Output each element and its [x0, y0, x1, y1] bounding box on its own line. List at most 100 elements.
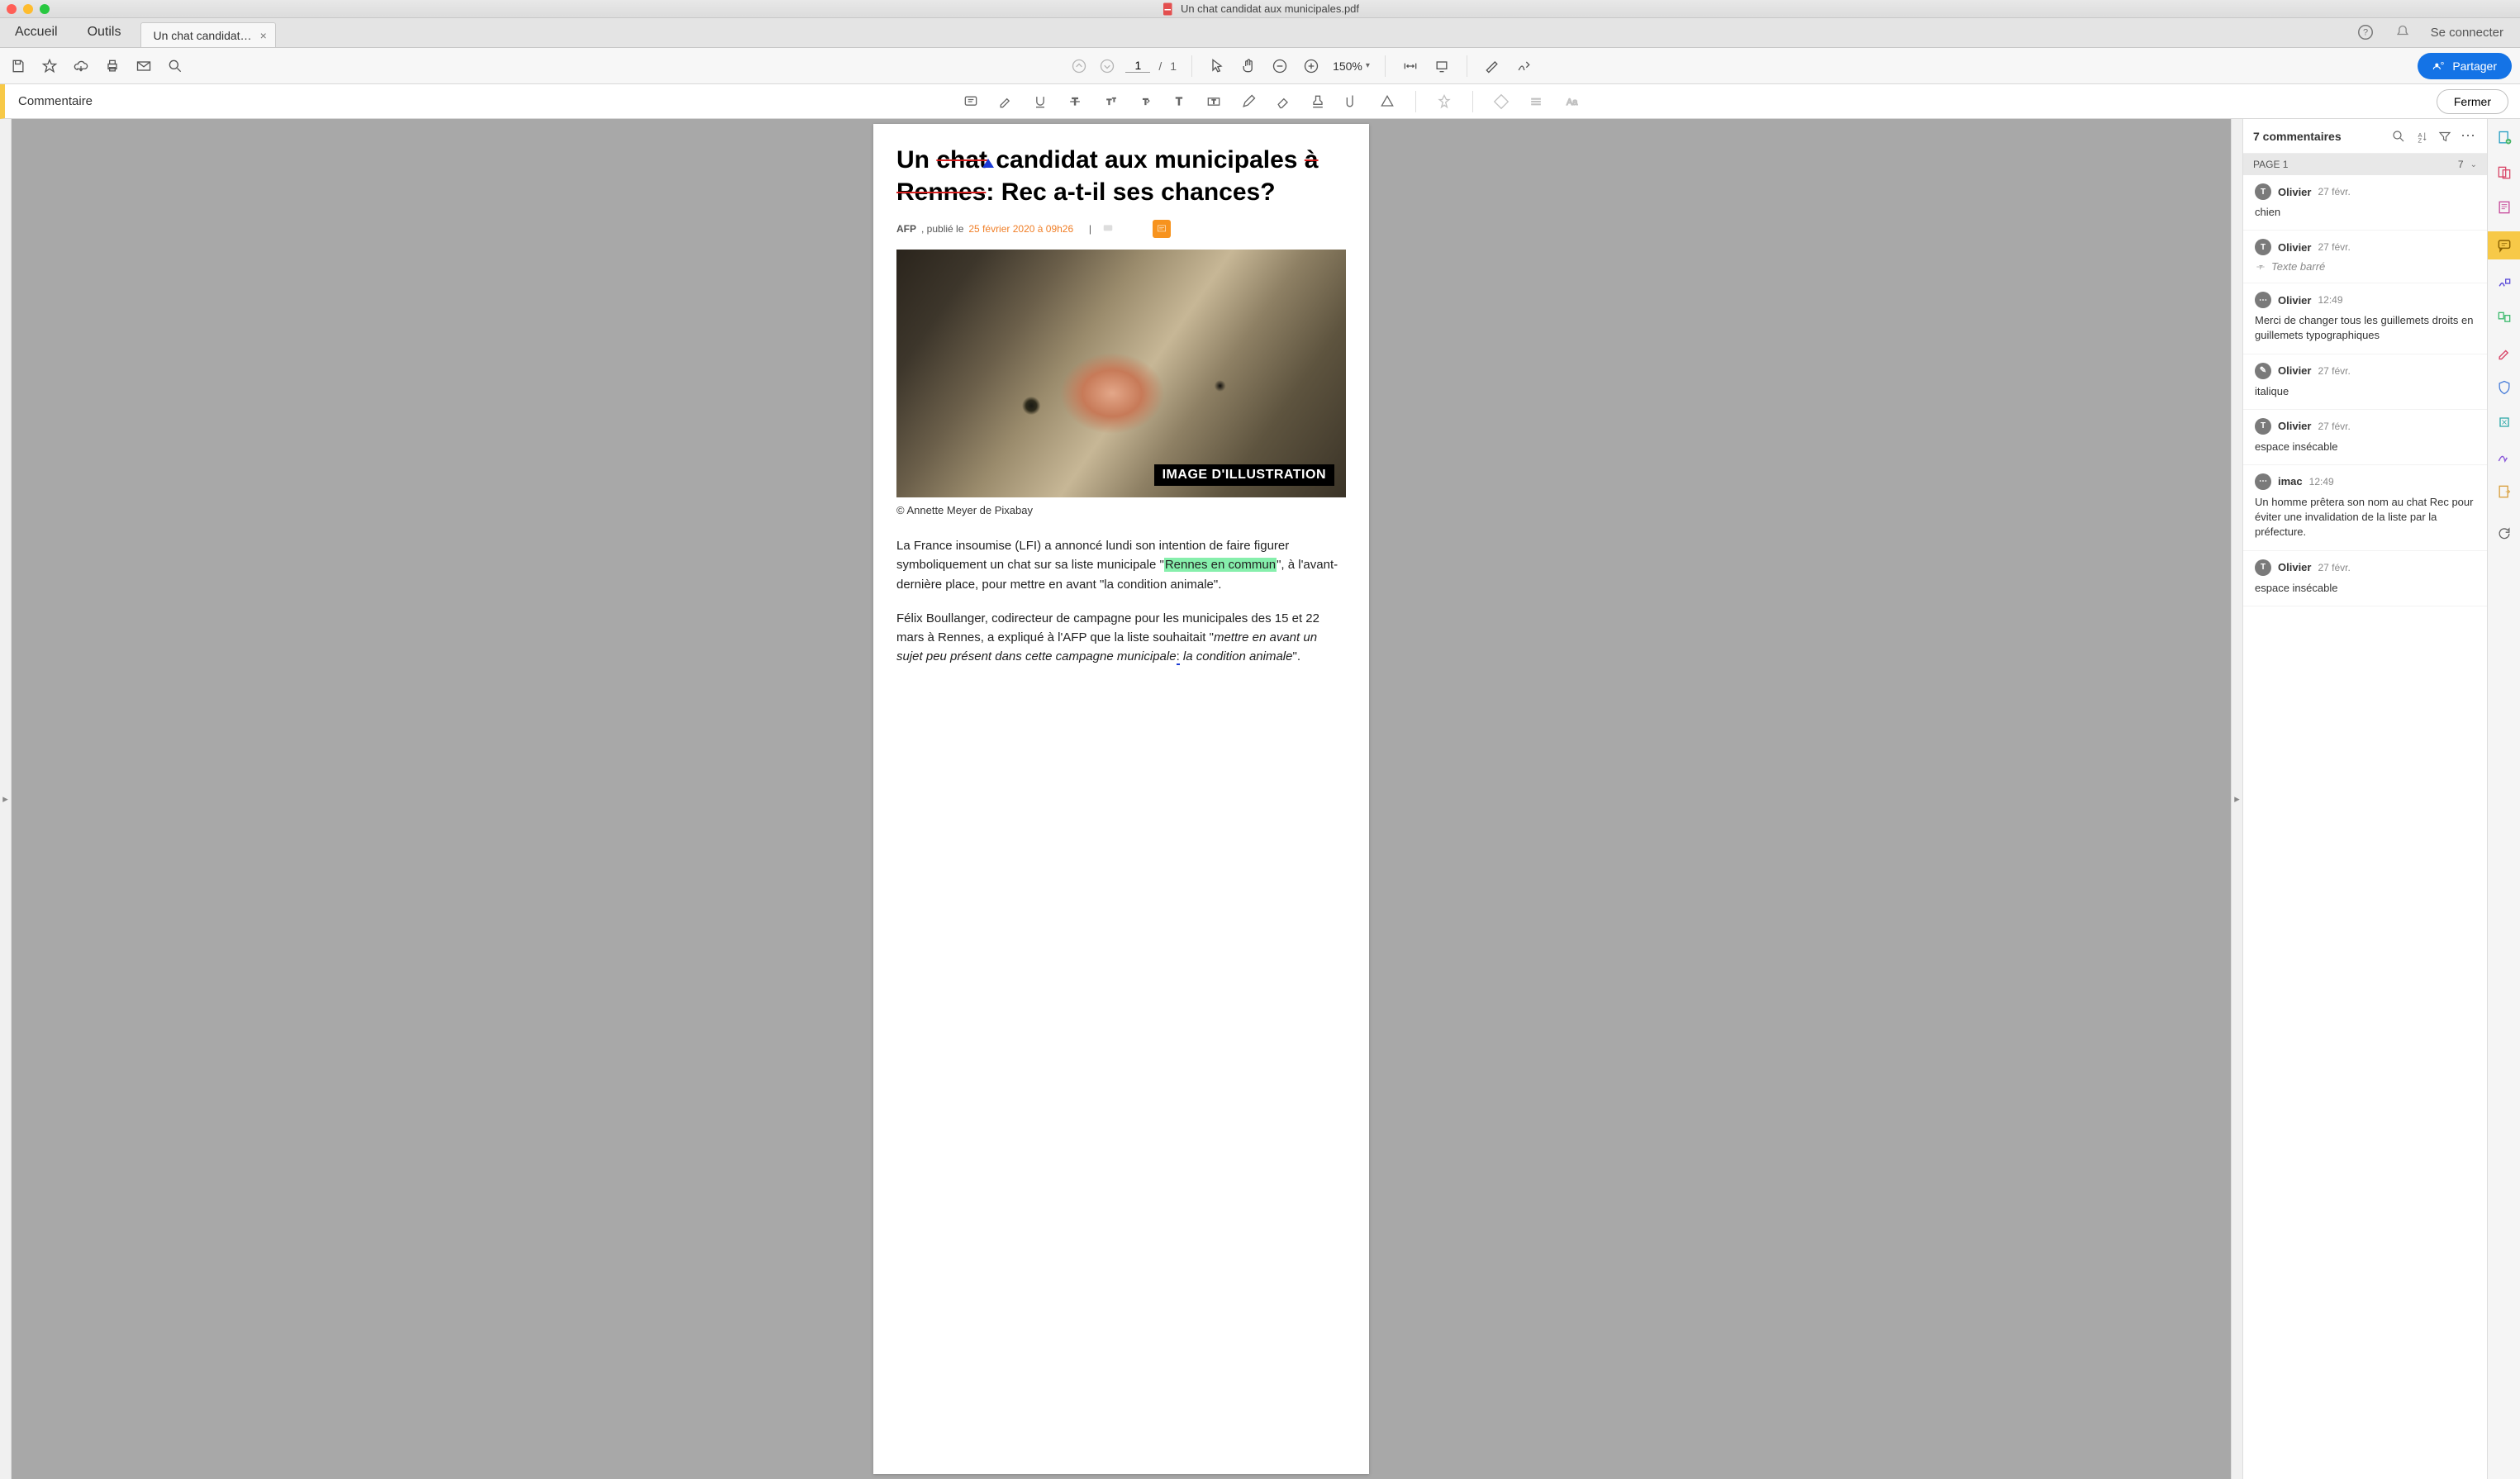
- page-up-icon[interactable]: [1069, 56, 1089, 76]
- zoom-select[interactable]: 150% ▾: [1333, 59, 1370, 73]
- rail-create-pdf-icon[interactable]: +: [2494, 127, 2515, 149]
- insert-mark[interactable]: :: [1177, 649, 1180, 665]
- meta-source: AFP: [896, 223, 916, 235]
- bell-icon[interactable]: [2394, 24, 2411, 40]
- comment-author: Olivier: [2278, 186, 2311, 198]
- comment-item[interactable]: ✎Olivier27 févr.italique: [2243, 354, 2487, 410]
- window-controls: [7, 4, 50, 14]
- comments-header: 7 commentaires: [2253, 130, 2383, 143]
- read-mode-icon[interactable]: [1432, 56, 1452, 76]
- article-meta: AFP, publié le 25 février 2020 à 09h26 |: [896, 220, 1346, 238]
- right-panel-toggle[interactable]: ▸: [2231, 119, 2242, 1479]
- sticky-note-icon[interactable]: [961, 92, 981, 112]
- rail-more-tools-icon[interactable]: [2494, 522, 2515, 544]
- page-down-icon[interactable]: [1097, 56, 1117, 76]
- avatar: T: [2255, 239, 2271, 255]
- signin-link[interactable]: Se connecter: [2431, 26, 2503, 40]
- rail-redact-icon[interactable]: [2494, 342, 2515, 364]
- search-comments-icon[interactable]: [2391, 129, 2406, 144]
- rail-sign-icon[interactable]: [2494, 446, 2515, 468]
- comment-author: Olivier: [2278, 561, 2311, 573]
- eraser-icon[interactable]: [1273, 92, 1293, 112]
- pointer-icon[interactable]: [1207, 56, 1227, 76]
- highlighter-icon[interactable]: [996, 92, 1015, 112]
- insert-text-icon[interactable]: T: [1134, 92, 1154, 112]
- close-panel-button[interactable]: Fermer: [2437, 89, 2508, 114]
- rail-comment-icon[interactable]: [2488, 231, 2520, 259]
- hand-icon[interactable]: [1239, 56, 1258, 76]
- highlight-rennes[interactable]: Rennes en commun: [1164, 558, 1277, 572]
- page-current-input[interactable]: [1125, 59, 1150, 73]
- maximize-window[interactable]: [40, 4, 50, 14]
- tab-tools[interactable]: Outils: [73, 17, 136, 47]
- sign-icon[interactable]: [1514, 56, 1533, 76]
- comments-panel: 7 commentaires AZ ⋯ PAGE 1 7 ⌄ TOlivier2…: [2242, 119, 2487, 1479]
- textbox-icon[interactable]: T: [1204, 92, 1224, 112]
- comment-item[interactable]: TOlivier27 févr.chien: [2243, 175, 2487, 231]
- comment-item[interactable]: TOlivier27 févr.espace insécable: [2243, 551, 2487, 606]
- comment-item[interactable]: ⋯Olivier12:49Merci de changer tous les g…: [2243, 283, 2487, 354]
- rail-protect-icon[interactable]: [2494, 377, 2515, 398]
- comment-count-icon: [1101, 223, 1115, 235]
- rail-combine-icon[interactable]: [2494, 162, 2515, 183]
- document-viewport: ▸ ▸ Un chat candidat aux municipales à R…: [0, 119, 2242, 1479]
- pencil-icon[interactable]: [1239, 92, 1258, 112]
- save-icon[interactable]: [8, 56, 28, 76]
- line-weight-icon[interactable]: [1526, 92, 1546, 112]
- share-label: Partager: [2452, 59, 2497, 73]
- share-icon: [2432, 59, 2446, 73]
- zoom-out-icon[interactable]: [1270, 56, 1290, 76]
- pin-icon[interactable]: [1434, 92, 1454, 112]
- tab-home[interactable]: Accueil: [0, 17, 73, 47]
- search-icon[interactable]: [165, 56, 185, 76]
- minimize-window[interactable]: [23, 4, 33, 14]
- font-icon[interactable]: Aa: [1561, 92, 1581, 112]
- replace-text-icon[interactable]: TT: [1100, 92, 1120, 112]
- comments-page-strip[interactable]: PAGE 1 7 ⌄: [2243, 154, 2487, 175]
- svg-text:T: T: [1177, 96, 1183, 107]
- comment-item[interactable]: TOlivier27 févr.espace insécable: [2243, 410, 2487, 465]
- pdf-page[interactable]: Un chat candidat aux municipales à Renne…: [873, 124, 1369, 1474]
- share-button[interactable]: Partager: [2418, 53, 2512, 79]
- page-strip-label: PAGE 1: [2253, 159, 2288, 170]
- rail-fill-sign-icon[interactable]: [2494, 273, 2515, 294]
- stamp-icon[interactable]: [1308, 92, 1328, 112]
- zoom-in-icon[interactable]: [1301, 56, 1321, 76]
- rail-compress-icon[interactable]: [2494, 411, 2515, 433]
- pdf-icon: [1161, 2, 1176, 17]
- svg-text:T: T: [1212, 97, 1216, 105]
- comment-timestamp: 27 févr.: [2318, 241, 2350, 253]
- comment-item[interactable]: ⋯imac12:49Un homme prêtera son nom au ch…: [2243, 465, 2487, 551]
- rail-export-icon[interactable]: [2494, 481, 2515, 502]
- sort-icon[interactable]: AZ: [2414, 129, 2429, 144]
- tab-document[interactable]: Un chat candidat… ×: [140, 22, 275, 47]
- shapes-icon[interactable]: [1377, 92, 1397, 112]
- text-icon[interactable]: T: [1169, 92, 1189, 112]
- svg-text:Z: Z: [2418, 136, 2423, 144]
- comment-item[interactable]: TOlivier27 févr.TTexte barré: [2243, 231, 2487, 283]
- help-icon[interactable]: ?: [2356, 23, 2375, 41]
- mail-icon[interactable]: [134, 56, 154, 76]
- color-icon[interactable]: [1491, 92, 1511, 112]
- more-icon[interactable]: ⋯: [2461, 127, 2477, 145]
- comment-timestamp: 27 févr.: [2318, 562, 2350, 573]
- sticky-note-marker[interactable]: [1153, 220, 1171, 238]
- fit-width-icon[interactable]: [1400, 56, 1420, 76]
- strikeout-icon[interactable]: T: [1065, 92, 1085, 112]
- highlight-icon[interactable]: [1482, 56, 1502, 76]
- comment-timestamp: 12:49: [2309, 476, 2334, 487]
- rail-organize-icon[interactable]: [2494, 307, 2515, 329]
- cloud-icon[interactable]: [71, 56, 91, 76]
- left-panel-toggle[interactable]: ▸: [0, 119, 12, 1479]
- comment-timestamp: 27 févr.: [2318, 421, 2350, 432]
- chevron-down-icon: ▾: [1366, 61, 1370, 70]
- print-icon[interactable]: [102, 56, 122, 76]
- underline-icon[interactable]: [1030, 92, 1050, 112]
- star-icon[interactable]: [40, 56, 59, 76]
- page-sep: /: [1158, 59, 1162, 73]
- attach-icon[interactable]: [1343, 92, 1362, 112]
- close-window[interactable]: [7, 4, 17, 14]
- tab-close-icon[interactable]: ×: [260, 29, 267, 42]
- rail-edit-icon[interactable]: [2494, 197, 2515, 218]
- filter-icon[interactable]: [2437, 129, 2452, 144]
